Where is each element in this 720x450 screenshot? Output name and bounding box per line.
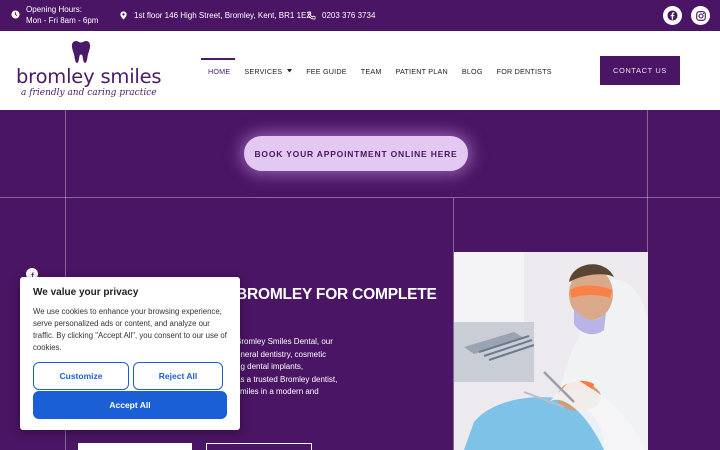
cookie-text-line: serve personalized ads or content, and a… (33, 319, 210, 328)
book-appointment-button[interactable]: BOOK YOUR APPOINTMENT ONLINE HERE (244, 136, 468, 171)
opening-hours-label: Opening Hours: (26, 5, 83, 14)
nav-blog[interactable]: BLOG (461, 66, 483, 76)
address[interactable]: 1st floor 146 High Street, Bromley, Kent… (119, 10, 311, 21)
logo-tagline: a friendly and caring practice (21, 88, 157, 98)
nav-services[interactable]: SERVICES (244, 66, 293, 76)
facebook-button[interactable] (663, 6, 682, 25)
site-header: bromley smiles a friendly and caring pra… (0, 31, 720, 110)
chevron-down-icon (287, 69, 293, 73)
primary-cta-button[interactable] (78, 443, 192, 450)
nav-team[interactable]: TEAM (360, 66, 382, 76)
nav-for-dentists[interactable]: FOR DENTISTS (496, 66, 552, 76)
intro-line: as a trusted Bromley dentist, (236, 374, 338, 384)
nav-fee-guide-label: FEE GUIDE (306, 66, 347, 76)
dentist-photo (454, 252, 648, 450)
secondary-cta-button[interactable] (206, 443, 312, 450)
address-text: 1st floor 146 High Street, Bromley, Kent… (134, 11, 312, 20)
phone-text: 0203 376 3734 (322, 11, 376, 20)
intro-line: Bromley Smiles Dental, our (236, 337, 333, 346)
nav-patient-plan[interactable]: PATIENT PLAN (395, 66, 448, 76)
phone-icon (307, 11, 316, 20)
section-heading: BROMLEY FOR COMPLETE (236, 286, 437, 303)
cookie-text-line: We use cookies to enhance your browsing … (33, 307, 222, 316)
opening-hours: Opening Hours: Mon - Fri 8am - 6pm (11, 4, 98, 26)
intro-line: eneral dentistry, cosmetic (236, 349, 327, 359)
tooth-logo-icon[interactable] (71, 40, 91, 64)
facebook-icon (667, 10, 678, 21)
clock-icon (11, 10, 20, 19)
nav-for-dentists-label: FOR DENTISTS (496, 66, 552, 76)
intro-line: ng dental implants, (236, 362, 304, 371)
intro-line: smiles in a modern and (236, 387, 319, 396)
instagram-icon (695, 10, 706, 21)
location-pin-icon (120, 11, 127, 20)
phone[interactable]: 0203 376 3734 (307, 10, 375, 21)
nav-blog-label: BLOG (461, 66, 483, 76)
nav-patient-plan-label: PATIENT PLAN (395, 66, 448, 76)
top-bar: Opening Hours: Mon - Fri 8am - 6pm 1st f… (0, 0, 720, 31)
cookie-text-line: traffic. By clicking "Accept All", you c… (33, 331, 227, 340)
cookie-consent-dialog: We value your privacy We use cookies to … (20, 277, 240, 430)
nav-home-label: HOME (208, 66, 231, 76)
nav-fee-guide[interactable]: FEE GUIDE (306, 66, 347, 76)
main-nav: HOME SERVICES FEE GUIDE TEAM PATIENT PLA… (200, 58, 566, 76)
logo-name[interactable]: bromley smiles (16, 65, 162, 88)
cookie-description: We use cookies to enhance your browsing … (33, 306, 227, 354)
nav-team-label: TEAM (360, 66, 382, 76)
opening-hours-value: Mon - Fri 8am - 6pm (26, 16, 99, 25)
nav-services-label: SERVICES (244, 66, 283, 76)
contact-us-button[interactable]: CONTACT US (600, 56, 680, 85)
customize-button[interactable]: Customize (33, 362, 129, 390)
nav-home[interactable]: HOME (200, 58, 236, 76)
accept-all-button[interactable]: Accept All (33, 391, 227, 419)
cookie-text-line: cookies. (33, 343, 62, 352)
grid-line (0, 197, 720, 198)
instagram-button[interactable] (691, 6, 710, 25)
intro-paragraph: Bromley Smiles Dental, our eneral dentis… (236, 336, 351, 399)
cookie-title: We value your privacy (33, 287, 139, 298)
reject-all-button[interactable]: Reject All (133, 362, 223, 390)
